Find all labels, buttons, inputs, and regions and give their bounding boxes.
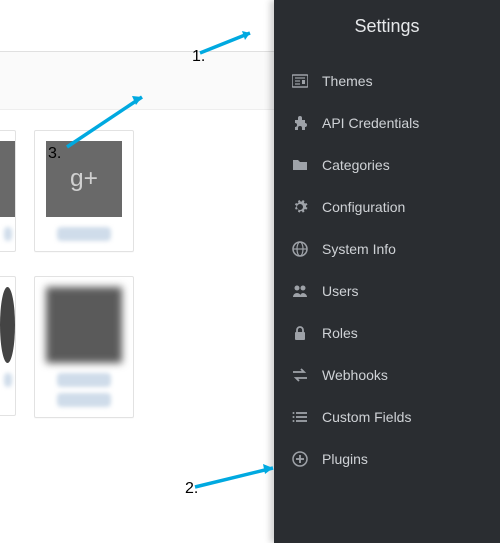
sidebar-item-label: Categories [322,157,390,173]
sidebar-item-label: Themes [322,73,373,89]
sidebar-item-configuration[interactable]: Configuration [274,186,500,228]
plugin-label-blur [57,373,112,387]
sidebar-item-label: API Credentials [322,115,419,131]
sidebar-item-users[interactable]: Users [274,270,500,312]
plugin-label-blur [4,373,12,387]
globe-icon [292,241,308,257]
sidebar-item-label: System Info [322,241,396,257]
users-icon [292,283,308,299]
svg-text:g+: g+ [70,165,98,192]
plugin-card-edge[interactable] [0,130,16,252]
sidebar-item-label: Plugins [322,451,368,467]
sidebar-item-label: Configuration [322,199,405,215]
sidebar-item-system-info[interactable]: System Info [274,228,500,270]
plugin-image [0,287,15,363]
lock-icon [292,325,308,341]
sidebar-item-custom-fields[interactable]: Custom Fields [274,396,500,438]
plugin-label-blur [4,227,12,241]
sidebar-item-categories[interactable]: Categories [274,144,500,186]
sidebar-item-label: Roles [322,325,358,341]
gear-icon [292,199,308,215]
sidebar-item-label: Custom Fields [322,409,411,425]
annotation-2: 2. [185,480,198,498]
puzzle-icon [292,115,308,131]
sidebar-title: Settings [274,0,500,52]
openstack-icon [46,287,122,363]
exchange-icon [292,367,308,383]
settings-sidebar: Settings Themes API Credentials Categori… [274,0,500,543]
plugin-card-google-plus[interactable]: g+ [34,130,134,252]
sidebar-item-plugins[interactable]: Plugins [274,438,500,480]
plugin-image [0,141,15,217]
sidebar-item-label: Users [322,283,359,299]
google-plus-icon: g+ [46,141,122,217]
folder-icon [292,157,308,173]
sidebar-item-themes[interactable]: Themes [274,60,500,102]
sidebar-item-api-credentials[interactable]: API Credentials [274,102,500,144]
list-icon [292,409,308,425]
sidebar-item-roles[interactable]: Roles [274,312,500,354]
newspaper-icon [292,73,308,89]
plus-circle-icon [292,451,308,467]
plugin-label-blur [57,227,112,241]
sidebar-list: Themes API Credentials Categories Config… [274,52,500,480]
plugin-card-openstack[interactable] [34,276,134,418]
plugin-label-blur [57,393,112,407]
sidebar-item-label: Webhooks [322,367,388,383]
plugin-card-edge[interactable] [0,276,16,416]
sidebar-item-webhooks[interactable]: Webhooks [274,354,500,396]
